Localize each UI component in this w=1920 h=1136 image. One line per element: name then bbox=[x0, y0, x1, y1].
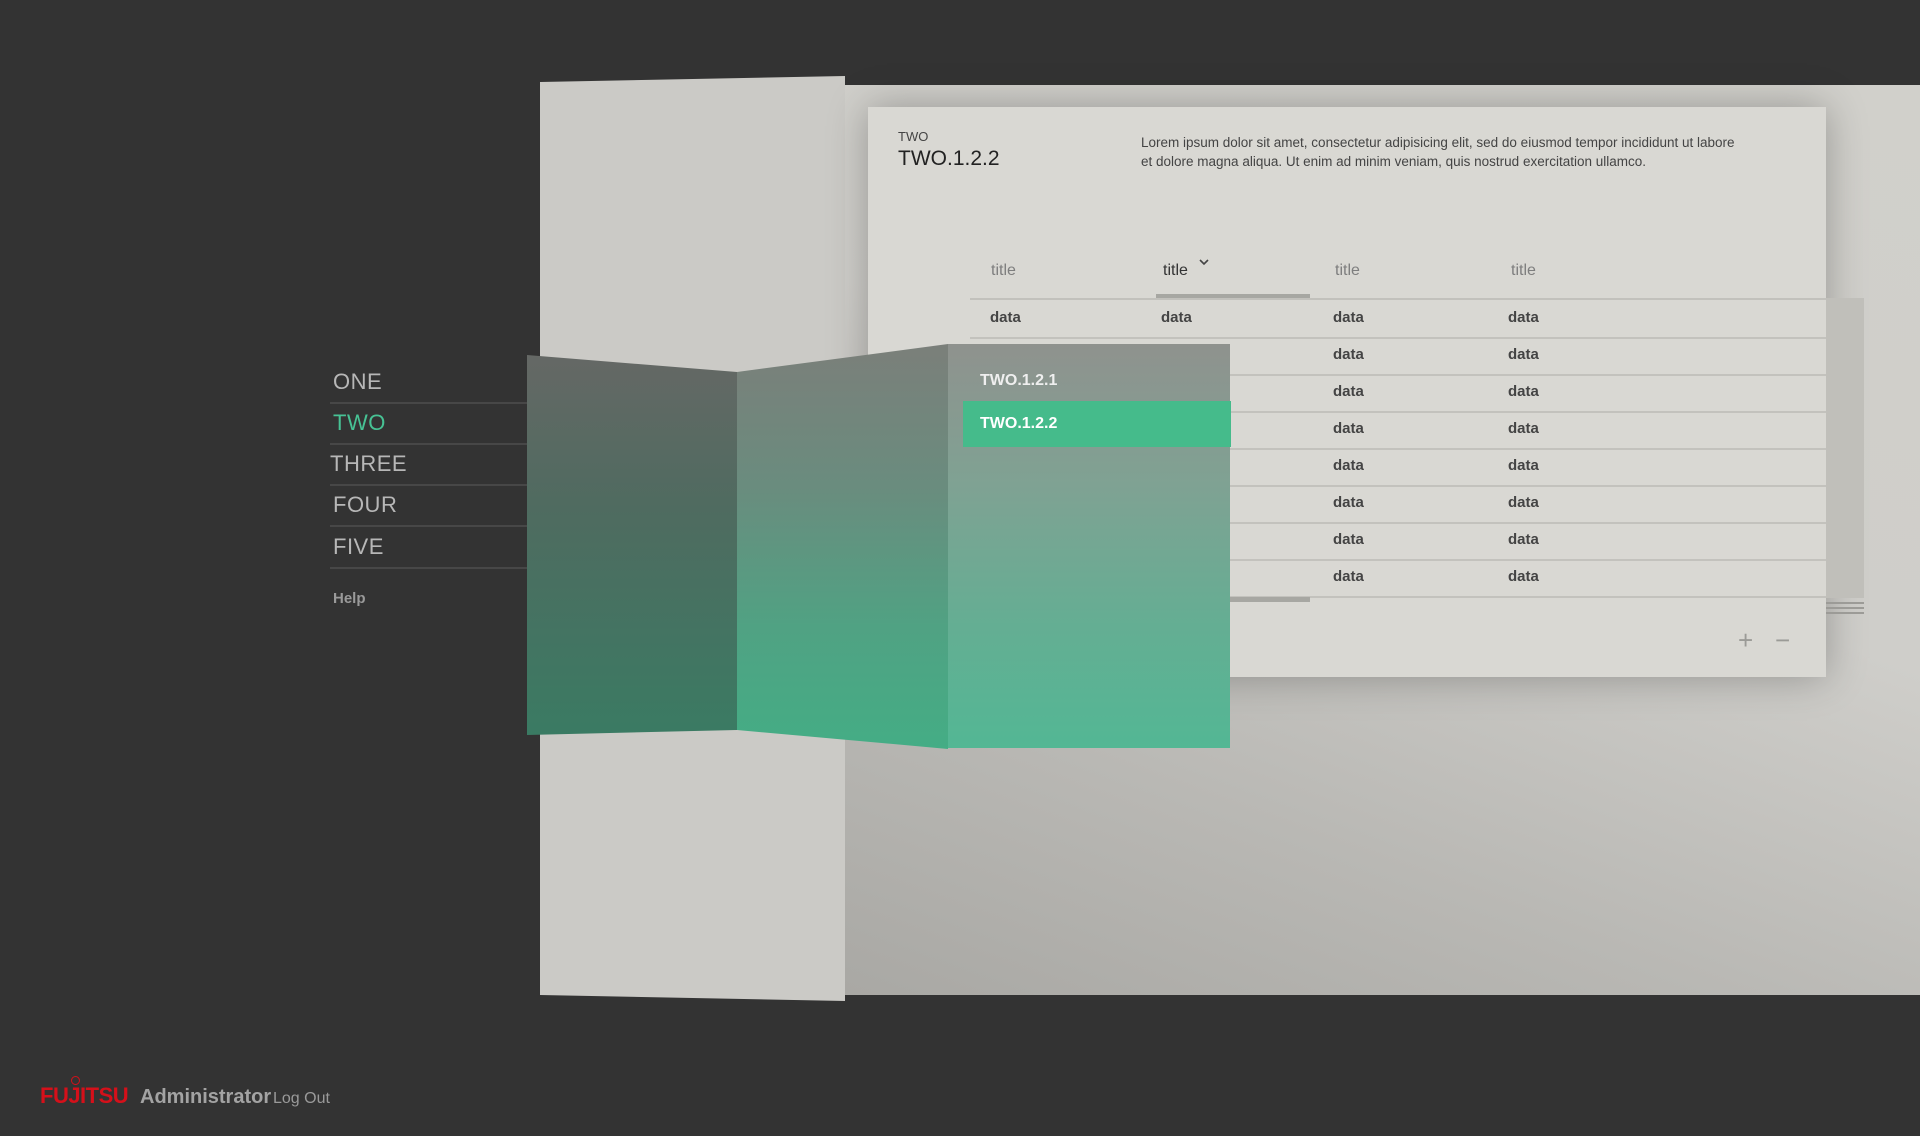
current-user: Administrator bbox=[140, 1086, 272, 1108]
table-cell: data bbox=[1508, 420, 1539, 437]
flyout-fold-middle bbox=[737, 344, 948, 749]
table-cell: data bbox=[990, 309, 1021, 326]
table-cell: data bbox=[1508, 383, 1539, 400]
column-header-4[interactable]: title bbox=[1511, 262, 1536, 280]
table-cell: data bbox=[1333, 531, 1364, 548]
table-cell: data bbox=[1508, 346, 1539, 363]
column-header-label: title bbox=[1163, 262, 1188, 279]
submenu-item-two-1-2-2[interactable]: TWO.1.2.2 bbox=[963, 401, 1231, 447]
nav-item-one[interactable]: ONE bbox=[330, 364, 528, 404]
nav-item-three[interactable]: THREE bbox=[330, 446, 528, 486]
table-cell: data bbox=[1508, 494, 1539, 511]
page-description: Lorem ipsum dolor sit amet, consectetur … bbox=[1141, 135, 1735, 169]
app-stage: ONE TWO THREE FOUR FIVE Help TWO TWO.1.2… bbox=[0, 0, 1920, 1136]
table-cell: data bbox=[1333, 346, 1364, 363]
nav-item-two[interactable]: TWO bbox=[330, 405, 528, 445]
table-cell: data bbox=[1508, 531, 1539, 548]
chevron-down-icon bbox=[1199, 259, 1209, 266]
help-link[interactable]: Help bbox=[333, 590, 366, 607]
column-header-1[interactable]: title bbox=[991, 262, 1016, 280]
logout-link[interactable]: Log Out bbox=[273, 1090, 330, 1108]
table-row[interactable]: data data data data bbox=[970, 300, 1826, 339]
scrollbar-track[interactable] bbox=[1826, 298, 1864, 598]
table-cell: data bbox=[1333, 568, 1364, 585]
brand-logo: FUJITSU bbox=[40, 1083, 129, 1108]
table-cell: data bbox=[1508, 309, 1539, 326]
table-cell: data bbox=[1333, 494, 1364, 511]
nav-item-five[interactable]: FIVE bbox=[330, 529, 528, 569]
scroll-grip-icon[interactable] bbox=[1826, 602, 1864, 618]
table-cell: data bbox=[1508, 457, 1539, 474]
add-button[interactable]: + bbox=[1738, 627, 1753, 653]
submenu-flyout: TWO.1.2.1 TWO.1.2.2 bbox=[948, 344, 1231, 748]
table-cell: data bbox=[1333, 383, 1364, 400]
breadcrumb[interactable]: TWO bbox=[898, 129, 928, 144]
submenu-item-two-1-2-1[interactable]: TWO.1.2.1 bbox=[948, 358, 1230, 404]
table-cell: data bbox=[1508, 568, 1539, 585]
table-cell: data bbox=[1333, 420, 1364, 437]
flyout-fold-left bbox=[527, 355, 737, 735]
nav-item-four[interactable]: FOUR bbox=[330, 487, 528, 527]
table-cell: data bbox=[1333, 309, 1364, 326]
table-cell: data bbox=[1161, 309, 1192, 326]
remove-button[interactable]: − bbox=[1775, 627, 1790, 653]
table-cell: data bbox=[1333, 457, 1364, 474]
column-header-2[interactable]: title bbox=[1163, 259, 1209, 280]
column-header-3[interactable]: title bbox=[1335, 262, 1360, 280]
page-title: TWO.1.2.2 bbox=[898, 147, 1000, 170]
